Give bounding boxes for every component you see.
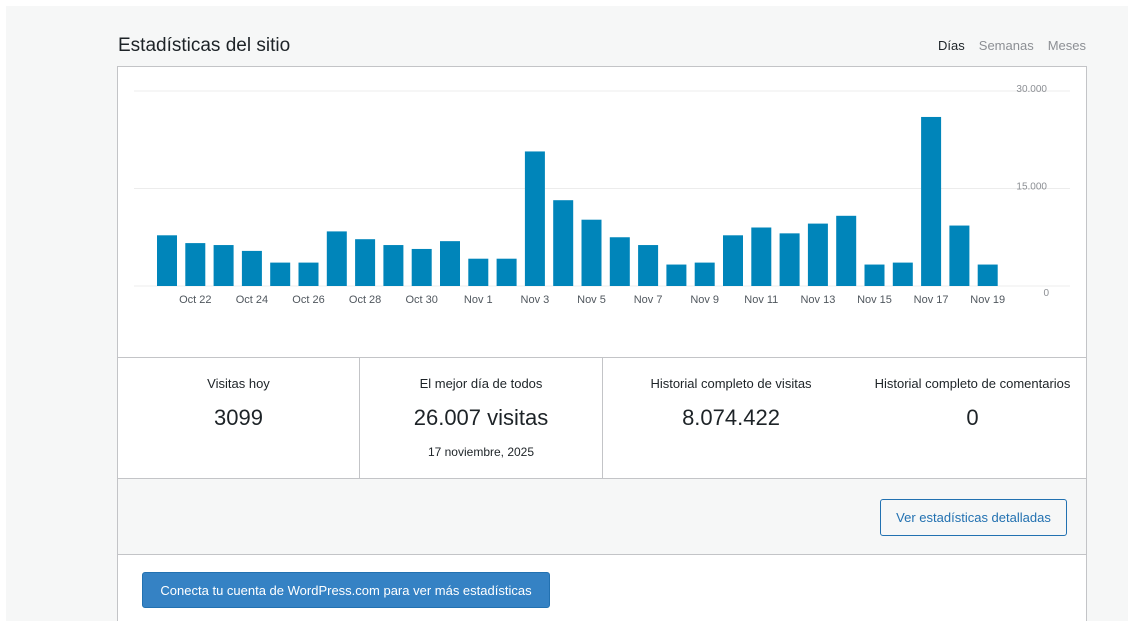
chart-bar[interactable]: [185, 243, 206, 286]
chart-bar[interactable]: [949, 225, 970, 286]
stat-all-time-views-value: 8.074.422: [682, 405, 780, 430]
bar-chart: 0 15.000 30.000 Oct 22 Oct 24 Oct 26 Oct 28 Oct…: [134, 84, 1070, 306]
view-detailed-stats-button[interactable]: Ver estadísticas detalladas: [880, 499, 1067, 536]
chart-bar[interactable]: [157, 235, 177, 286]
chart-bar[interactable]: [440, 241, 460, 286]
tab-months[interactable]: Meses: [1048, 38, 1086, 53]
chart-bar[interactable]: [836, 215, 857, 286]
stats-panel: 0 15.000 30.000 Oct 22 Oct 24 Oct 26 Oct 28 Oct…: [117, 66, 1087, 621]
chart-bar[interactable]: [694, 262, 715, 286]
stat-best-day-label: El mejor día de todos: [419, 376, 543, 391]
chart-bar[interactable]: [921, 116, 942, 286]
period-tabs: Días Semanas Meses: [938, 38, 1086, 53]
y-tick-label: 0: [1043, 288, 1049, 299]
x-tick-label: Oct 26: [292, 294, 324, 306]
stat-all-time-comments: Historial completo de comentarios 0: [859, 358, 1086, 478]
page-title: Estadísticas del sitio: [118, 35, 291, 56]
stats-summary-row: Visitas hoy 3099 El mejor día de todos 2…: [118, 357, 1086, 479]
x-tick-label: Nov 15: [857, 294, 892, 306]
chart-bar[interactable]: [977, 264, 998, 286]
chart-bar[interactable]: [638, 245, 659, 286]
chart-bar[interactable]: [581, 219, 602, 286]
chart-bar[interactable]: [383, 245, 404, 286]
chart-bar[interactable]: [213, 245, 234, 286]
stat-best-day-value: 26.007 visitas: [413, 405, 549, 430]
connect-wordpress-button[interactable]: Conecta tu cuenta de WordPress.com para …: [142, 572, 550, 608]
chart-bar[interactable]: [524, 151, 545, 286]
stat-all-time-comments-label: Historial completo de comentarios: [874, 376, 1071, 391]
chart-bar[interactable]: [609, 237, 630, 286]
views-chart: 0 15.000 30.000 Oct 22 Oct 24 Oct 26 Oct 28 Oct…: [118, 67, 1086, 357]
chart-bar[interactable]: [553, 200, 574, 286]
x-tick-label: Oct 28: [349, 294, 381, 306]
chart-bar[interactable]: [270, 262, 291, 286]
stat-best-day: El mejor día de todos 26.007 visitas 17 …: [360, 358, 603, 478]
tab-days[interactable]: Días: [938, 38, 965, 53]
y-tick-label: 30.000: [1016, 84, 1047, 95]
chart-bar[interactable]: [496, 258, 517, 286]
stat-today-label: Visitas hoy: [207, 376, 270, 391]
stat-today-value: 3099: [214, 405, 263, 430]
y-tick-label: 15.000: [1016, 182, 1047, 193]
chart-bar[interactable]: [807, 223, 828, 286]
chart-bar[interactable]: [355, 239, 376, 286]
chart-bar[interactable]: [864, 264, 885, 286]
chart-bar[interactable]: [779, 233, 800, 286]
chart-bar[interactable]: [411, 248, 432, 286]
chart-bar[interactable]: [298, 262, 319, 286]
chart-bar[interactable]: [241, 250, 262, 286]
x-tick-label: Nov 17: [914, 294, 949, 306]
x-tick-label: Oct 22: [179, 294, 211, 306]
chart-bar[interactable]: [666, 264, 687, 286]
x-tick-label: Nov 9: [690, 294, 719, 306]
chart-bar[interactable]: [723, 235, 743, 286]
tab-weeks[interactable]: Semanas: [979, 38, 1034, 53]
x-tick-label: Nov 13: [800, 294, 835, 306]
x-tick-label: Nov 3: [521, 294, 550, 306]
stat-all-time-views: Historial completo de visitas 8.074.422: [603, 358, 859, 478]
x-tick-label: Oct 24: [236, 294, 268, 306]
chart-bar[interactable]: [326, 231, 347, 286]
stat-today: Visitas hoy 3099: [118, 358, 360, 478]
chart-bar[interactable]: [892, 262, 913, 286]
chart-bar[interactable]: [751, 227, 772, 287]
stat-all-time-views-label: Historial completo de visitas: [650, 376, 812, 391]
x-tick-label: Nov 11: [744, 294, 778, 306]
stat-all-time-comments-value: 0: [966, 405, 979, 430]
x-tick-label: Nov 1: [464, 294, 493, 306]
stat-best-day-date: 17 noviembre, 2025: [427, 445, 535, 459]
x-tick-label: Nov 5: [577, 294, 606, 306]
detail-actions-row: Ver estadísticas detalladas: [118, 479, 1086, 555]
chart-bar[interactable]: [468, 258, 489, 286]
x-tick-label: Nov 7: [634, 294, 663, 306]
x-tick-label: Nov 19: [970, 294, 1005, 306]
x-tick-label: Oct 30: [405, 294, 437, 306]
